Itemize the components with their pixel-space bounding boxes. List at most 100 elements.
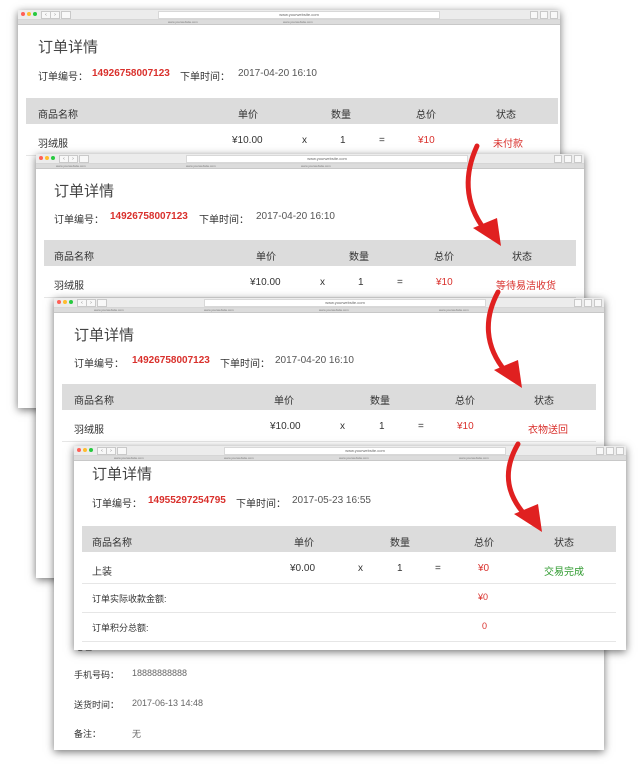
close-window-button[interactable] [21,12,25,16]
close-window-button[interactable] [57,300,61,304]
page-title: 订单详情 [54,183,115,200]
browser-tab[interactable]: www.yourwebsite.com [459,456,489,460]
sidebar-icon[interactable] [61,11,71,19]
product-name: 上装 [92,567,112,578]
unit-price: ¥10.00 [250,277,281,288]
sidebar-icon[interactable] [117,447,127,455]
page-title: 订单详情 [74,327,135,344]
browser-tab[interactable]: www.yourwebsite.com [56,164,86,168]
new-tab-icon[interactable] [584,299,592,307]
address-bar[interactable]: www.yourwebsite.com [224,447,506,455]
paid-amount-value: ¥0 [478,592,489,602]
points-total-label: 订单积分总额: [92,623,149,633]
browser-tab[interactable]: www.yourwebsite.com [283,20,313,24]
settings-icon[interactable] [574,155,582,163]
flow-arrow-icon [505,441,542,532]
tab-bar: www.yourwebsite.com www.yourwebsite.com [18,20,560,25]
status-badge: 衣物送回 [528,425,568,436]
browser-tab[interactable]: www.yourwebsite.com [168,20,198,24]
maximize-window-button[interactable] [69,300,73,304]
column-header-name: 商品名称 [54,252,94,263]
browser-tab[interactable]: www.yourwebsite.com [186,164,216,168]
forward-icon[interactable]: › [50,11,60,19]
browser-tab[interactable]: www.yourwebsite.com [204,308,234,312]
browser-tab[interactable]: www.yourwebsite.com [319,308,349,312]
delivery-time-value: 2017-06-13 14:48 [132,698,204,708]
order-number-label: 订单编号： [54,215,104,226]
share-icon[interactable] [574,299,582,307]
quantity: 1 [340,135,346,146]
quantity: 1 [358,277,364,288]
column-header-status: 状态 [512,252,532,263]
minimize-window-button[interactable] [83,448,87,452]
close-window-button[interactable] [39,156,43,160]
browser-tab[interactable]: www.yourwebsite.com [339,456,369,460]
table-row: 上装 ¥0.00 x 1 = ¥0 交易完成 [82,555,616,584]
product-name: 羽绒服 [54,281,84,292]
settings-icon[interactable] [550,11,558,19]
forward-icon[interactable]: › [86,299,96,307]
total-price: ¥10 [457,421,474,432]
column-header-total: 总价 [434,252,454,263]
column-header-total: 总价 [416,110,436,121]
address-bar[interactable]: www.yourwebsite.com [186,155,468,163]
maximize-window-button[interactable] [33,12,37,16]
minimize-window-button[interactable] [45,156,49,160]
column-header-total: 总价 [474,538,494,549]
maximize-window-button[interactable] [51,156,55,160]
order-number: 14926758007123 [92,68,170,79]
product-name: 羽绒服 [38,139,68,150]
table-header: 商品名称 单价 数量 总价 状态 [26,98,558,124]
column-header-price: 单价 [294,538,314,549]
column-header-price: 单价 [274,396,294,407]
settings-icon[interactable] [594,299,602,307]
maximize-window-button[interactable] [89,448,93,452]
column-header-qty: 数量 [349,252,369,263]
quantity: 1 [379,421,385,432]
order-time-label: 下单时间： [236,499,286,510]
times-sign: x [340,421,345,432]
new-tab-icon[interactable] [564,155,572,163]
total-price: ¥10 [418,135,435,146]
new-tab-icon[interactable] [540,11,548,19]
sidebar-icon[interactable] [79,155,89,163]
share-icon[interactable] [530,11,538,19]
product-name: 羽绒服 [74,425,104,436]
flow-arrow-icon [465,143,501,246]
address-bar[interactable]: www.yourwebsite.com [158,11,440,19]
browser-tab[interactable]: www.yourwebsite.com [301,164,331,168]
new-tab-icon[interactable] [606,447,614,455]
column-header-qty: 数量 [331,110,351,121]
share-icon[interactable] [596,447,604,455]
equals-sign: = [379,135,385,146]
forward-icon[interactable]: › [106,447,116,455]
address-bar[interactable]: www.yourwebsite.com [204,299,486,307]
equals-sign: = [418,421,424,432]
browser-toolbar: ‹ › www.yourwebsite.com [18,10,560,20]
close-window-button[interactable] [77,448,81,452]
order-number-label: 订单编号： [38,72,88,83]
minimize-window-button[interactable] [27,12,31,16]
settings-icon[interactable] [616,447,624,455]
column-header-qty: 数量 [390,538,410,549]
times-sign: x [302,135,307,146]
column-header-qty: 数量 [370,396,390,407]
share-icon[interactable] [554,155,562,163]
paid-amount-row: 订单实际收款金额: ¥0 [82,584,616,613]
flow-arrow-icon [485,289,522,388]
column-header-name: 商品名称 [92,538,132,549]
forward-icon[interactable]: › [68,155,78,163]
order-time-label: 下单时间： [199,215,249,226]
column-header-price: 单价 [256,252,276,263]
browser-tab[interactable]: www.yourwebsite.com [114,456,144,460]
order-number: 14955297254795 [148,495,226,506]
browser-tab[interactable]: www.yourwebsite.com [439,308,469,312]
browser-tab[interactable]: www.yourwebsite.com [94,308,124,312]
unit-price: ¥0.00 [290,563,316,574]
minimize-window-button[interactable] [63,300,67,304]
browser-tab[interactable]: www.yourwebsite.com [224,456,254,460]
column-header-price: 单价 [238,110,258,121]
sidebar-icon[interactable] [97,299,107,307]
delivery-time-label: 送货时间： [74,700,120,710]
points-total-row: 订单积分总额: 0 [82,613,616,642]
